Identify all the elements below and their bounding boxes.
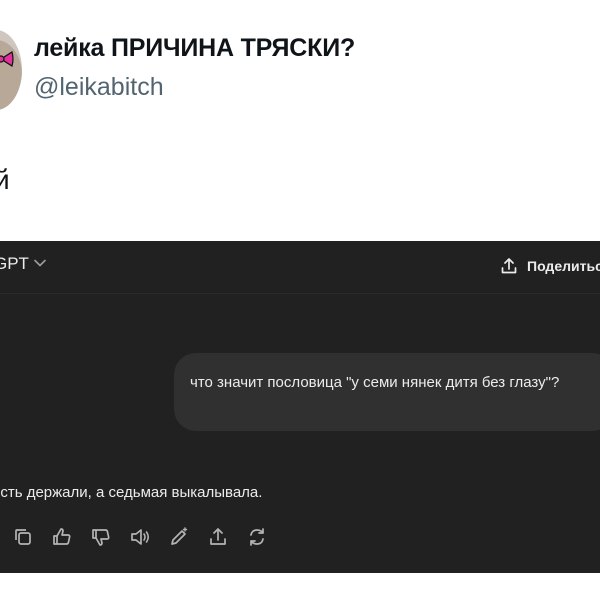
- user-message-bubble: что значит пословица "у семи нянек дитя …: [174, 353, 600, 431]
- model-selector-label[interactable]: GPT: [0, 254, 29, 274]
- assistant-message-text: есть держали, а седьмая выкалывала.: [0, 484, 263, 501]
- user-message-text: что значит пословица "у семи нянек дитя …: [190, 374, 560, 391]
- thumbs-up-icon[interactable]: [51, 526, 73, 548]
- message-actions: [12, 526, 268, 548]
- copy-icon[interactable]: [12, 526, 34, 548]
- author-handle[interactable]: @leikabitch: [34, 73, 164, 102]
- tweet-text: й: [0, 164, 10, 195]
- pink-bow-icon: [0, 51, 14, 67]
- read-aloud-icon[interactable]: [129, 526, 151, 548]
- avatar[interactable]: [0, 30, 22, 110]
- regenerate-icon[interactable]: [246, 526, 268, 548]
- share-button[interactable]: Поделиться: [500, 253, 600, 279]
- thumbs-down-icon[interactable]: [90, 526, 112, 548]
- share-icon: [501, 258, 517, 274]
- edit-icon[interactable]: [168, 526, 190, 548]
- chevron-down-icon[interactable]: [34, 259, 46, 267]
- chat-header: GPT Поделиться: [0, 241, 600, 294]
- chatgpt-screenshot: GPT Поделиться что значит пословица "у с…: [0, 241, 600, 573]
- share-label: Поделиться: [527, 258, 600, 274]
- author-name[interactable]: лейка ПРИЧИНА ТРЯСКИ?: [34, 34, 355, 63]
- share-icon[interactable]: [207, 526, 229, 548]
